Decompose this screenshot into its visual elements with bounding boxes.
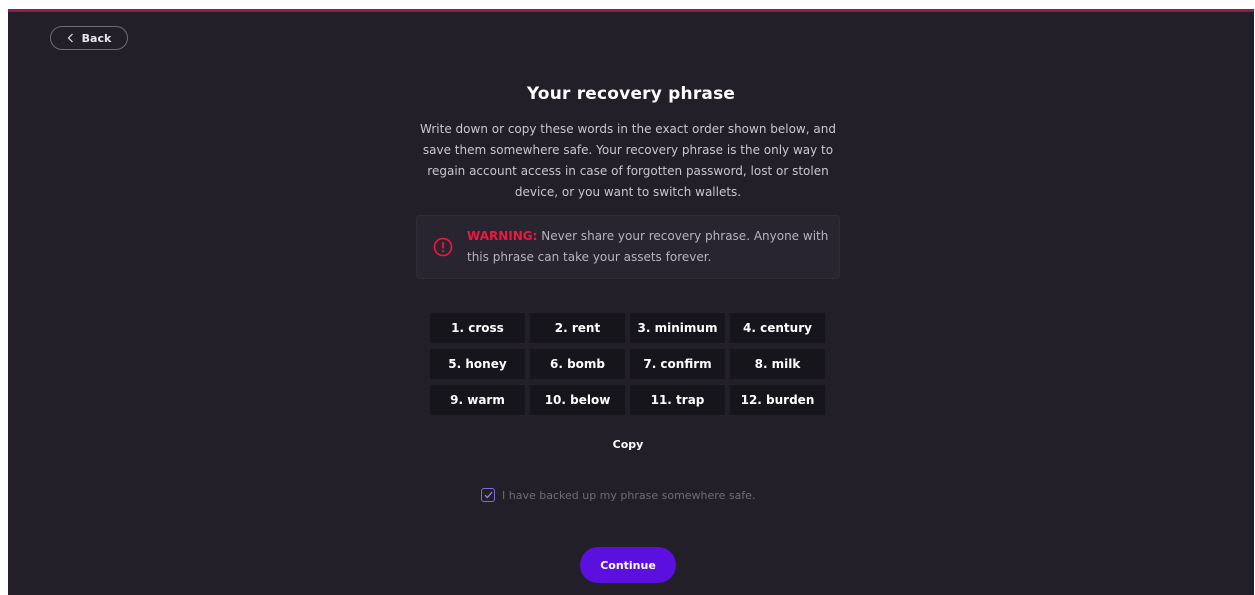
phrase-word: 5. honey bbox=[430, 349, 525, 379]
phrase-word: 2. rent bbox=[530, 313, 625, 343]
warning-label: WARNING: bbox=[467, 229, 538, 243]
back-button-label: Back bbox=[81, 31, 112, 45]
warning-text: WARNING: Never share your recovery phras… bbox=[467, 226, 839, 268]
phrase-word: 7. confirm bbox=[630, 349, 725, 379]
continue-button[interactable]: Continue bbox=[580, 547, 676, 583]
phrase-word: 6. bomb bbox=[530, 349, 625, 379]
phrase-word: 12. burden bbox=[730, 385, 825, 415]
recovery-phrase-grid: 1. cross 2. rent 3. minimum 4. century 5… bbox=[430, 313, 828, 415]
alert-circle-icon bbox=[433, 237, 453, 257]
page-title: Your recovery phrase bbox=[526, 84, 736, 104]
phrase-word: 3. minimum bbox=[630, 313, 725, 343]
phrase-word: 8. milk bbox=[730, 349, 825, 379]
phrase-word: 10. below bbox=[530, 385, 625, 415]
phrase-word: 9. warm bbox=[430, 385, 525, 415]
page-description: Write down or copy these words in the ex… bbox=[420, 122, 836, 199]
copy-button[interactable]: Copy bbox=[598, 438, 658, 451]
warning-box: WARNING: Never share your recovery phras… bbox=[416, 215, 840, 279]
backup-confirm-checkbox[interactable] bbox=[481, 488, 495, 502]
chevron-left-icon bbox=[67, 33, 73, 43]
app-frame: Back Your recovery phrase Write down or … bbox=[8, 9, 1254, 595]
phrase-word: 1. cross bbox=[430, 313, 525, 343]
backup-confirm-row[interactable]: I have backed up my phrase somewhere saf… bbox=[481, 488, 755, 502]
phrase-word: 11. trap bbox=[630, 385, 725, 415]
back-button[interactable]: Back bbox=[50, 26, 128, 50]
phrase-word: 4. century bbox=[730, 313, 825, 343]
backup-confirm-label: I have backed up my phrase somewhere saf… bbox=[502, 488, 756, 502]
checkmark-icon bbox=[484, 491, 492, 499]
